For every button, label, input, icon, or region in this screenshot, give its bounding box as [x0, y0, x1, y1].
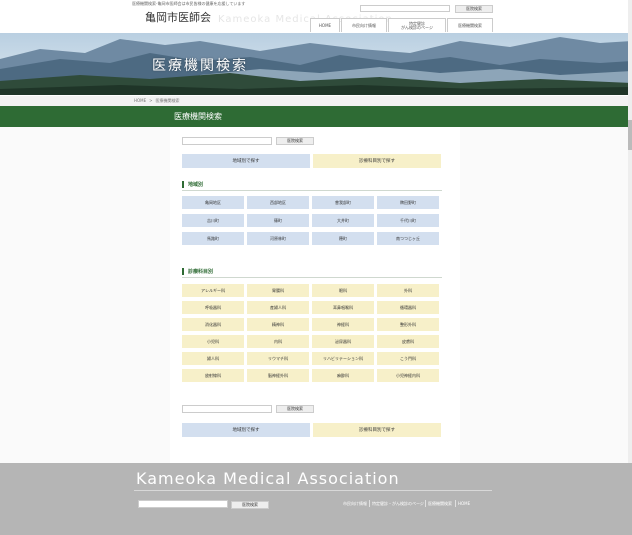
department-link[interactable]: 精神科	[247, 318, 309, 331]
breadcrumb-home[interactable]: HOME	[134, 98, 146, 104]
department-link[interactable]: 循環器科	[377, 301, 439, 314]
footer-search-input[interactable]	[138, 500, 228, 508]
department-link[interactable]: 小児科	[182, 335, 244, 348]
site-logo-title[interactable]: 亀岡市医師会	[145, 9, 211, 25]
region-link[interactable]: 稗田野町	[377, 196, 439, 209]
footer-separator	[425, 500, 426, 507]
page-scrollbar[interactable]	[628, 0, 632, 535]
department-section-divider	[182, 277, 442, 278]
hero-banner: 医療機関検索	[0, 33, 632, 95]
clinic-search-button-bottom[interactable]: 医院検索	[276, 405, 314, 413]
header-search-input[interactable]	[360, 5, 450, 12]
clinic-search-input-bottom[interactable]	[182, 405, 272, 413]
tab-search-by-department-bottom[interactable]: 診療科目別で探す	[313, 423, 441, 437]
department-link[interactable]: 脳神経外科	[247, 369, 309, 382]
clinic-search-button[interactable]: 医院検索	[276, 137, 314, 145]
region-link[interactable]: 馬路町	[182, 232, 244, 245]
department-link[interactable]: 外科	[377, 284, 439, 297]
department-link[interactable]: 麻酔科	[312, 369, 374, 382]
department-link[interactable]: 神経科	[312, 318, 374, 331]
nav-citizen-info[interactable]: 市民向け情報	[341, 18, 387, 32]
footer-separator	[455, 500, 456, 507]
tab-search-by-department[interactable]: 診療科目別で探す	[313, 154, 441, 168]
page: 医療機関検索-亀岡市医師会は市民皆様の健康を応援しています 亀岡市医師会 Kam…	[0, 0, 632, 535]
footer-separator	[369, 500, 370, 507]
department-link[interactable]: 眼科	[312, 284, 374, 297]
tab-search-by-region[interactable]: 地域別で探す	[182, 154, 310, 168]
footer-divider	[134, 490, 492, 491]
header-search-button[interactable]: 医院検索	[455, 5, 493, 13]
nav-home[interactable]: HOME	[310, 18, 340, 32]
region-link[interactable]: 穂町	[312, 232, 374, 245]
mountain-landscape-image	[0, 37, 632, 95]
region-link[interactable]: 篠町	[247, 214, 309, 227]
department-link[interactable]: 内科	[247, 335, 309, 348]
department-link[interactable]: 整形外科	[377, 318, 439, 331]
clinic-search-input[interactable]	[182, 137, 272, 145]
department-link[interactable]: リハビリテーション科	[312, 352, 374, 365]
department-link[interactable]: アレルギー科	[182, 284, 244, 297]
department-link[interactable]: 産婦人科	[247, 301, 309, 314]
department-link[interactable]: 胃腸科	[247, 284, 309, 297]
department-link[interactable]: 皮膚科	[377, 335, 439, 348]
region-link[interactable]: 曽我部町	[312, 196, 374, 209]
nav-clinic-search[interactable]: 医療機関検索	[447, 18, 493, 32]
department-link[interactable]: 耳鼻咽喉科	[312, 301, 374, 314]
breadcrumb-separator: >	[149, 98, 153, 103]
department-link[interactable]: リウマチ科	[247, 352, 309, 365]
breadcrumb-current: 医療機関検索	[155, 98, 180, 103]
page-title-bar	[0, 106, 632, 127]
department-link[interactable]: 婦人科	[182, 352, 244, 365]
tab-search-by-region-bottom[interactable]: 地域別で探す	[182, 423, 310, 437]
footer-search-button[interactable]: 医院検索	[231, 501, 269, 509]
footer-link-home[interactable]: HOME	[458, 501, 470, 506]
department-link[interactable]: 放射線科	[182, 369, 244, 382]
banner-title: 医療機関検索	[152, 58, 248, 74]
region-link[interactable]: 吉川町	[182, 214, 244, 227]
footer-link-checkup[interactable]: 特定健診・がん検診のページ	[372, 501, 424, 507]
footer-link-clinic-search[interactable]: 医療機関検索	[428, 501, 452, 507]
department-link[interactable]: 泌尿器科	[312, 335, 374, 348]
scrollbar-thumb[interactable]	[628, 120, 632, 150]
footer-link-citizen-info[interactable]: 市民向け情報	[343, 501, 367, 507]
region-section-divider	[182, 190, 442, 191]
department-link[interactable]: 小児神経内科	[377, 369, 439, 382]
breadcrumb-bar	[0, 96, 632, 106]
department-link[interactable]: 呼吸器科	[182, 301, 244, 314]
region-link[interactable]: 南つつじヶ丘	[377, 232, 439, 245]
tagline: 医療機関検索-亀岡市医師会は市民皆様の健康を応援しています	[132, 1, 246, 6]
region-link[interactable]: 西部地区	[247, 196, 309, 209]
region-link[interactable]: 大井町	[312, 214, 374, 227]
department-link[interactable]: 消化器科	[182, 318, 244, 331]
region-link[interactable]: 千代川町	[377, 214, 439, 227]
footer-brand: Kameoka Medical Association	[136, 469, 400, 488]
nav-checkup[interactable]: 特定健診 がん検診のページ	[388, 18, 446, 32]
region-link[interactable]: 亀岡地区	[182, 196, 244, 209]
region-link[interactable]: 河原林町	[247, 232, 309, 245]
department-section-heading: 診療科目別	[182, 268, 213, 275]
page-title: 医療機関検索	[174, 112, 222, 121]
breadcrumb: HOME > 医療機関検索	[134, 98, 180, 104]
department-link[interactable]: こう門科	[377, 352, 439, 365]
region-section-heading: 地域別	[182, 181, 203, 188]
